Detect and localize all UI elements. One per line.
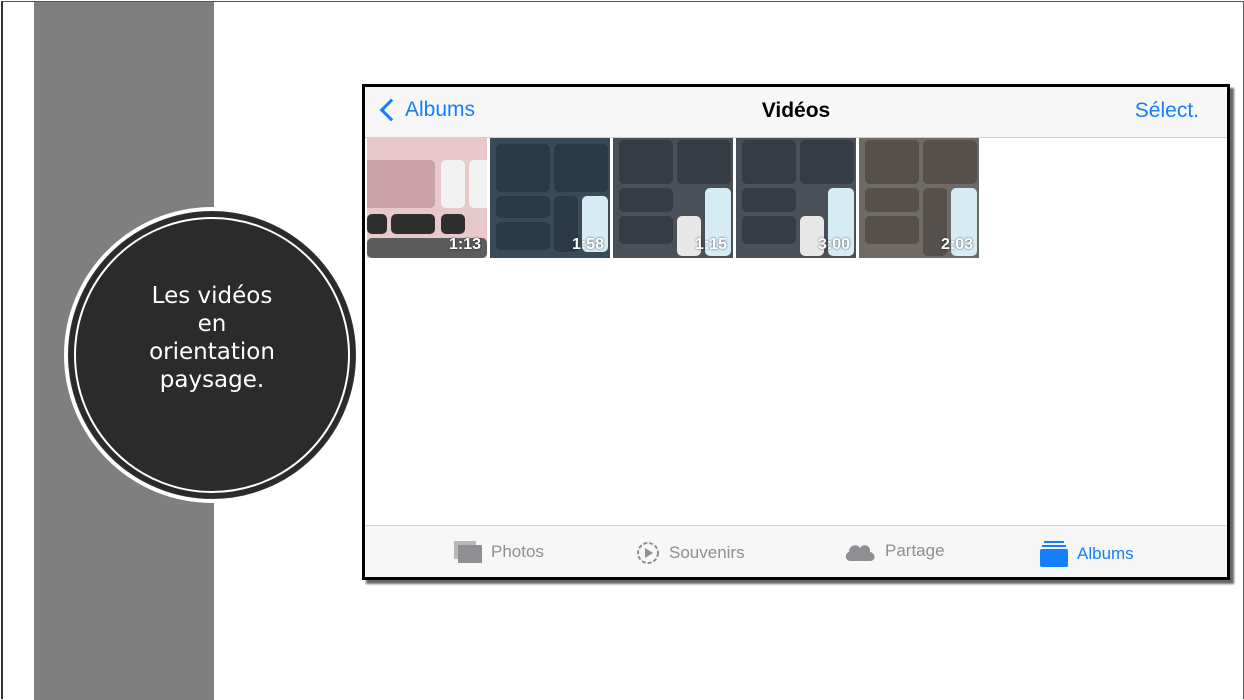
video-thumbnail[interactable]: 1:58	[490, 138, 610, 258]
cloud-icon	[845, 545, 875, 561]
albums-icon	[1040, 541, 1068, 567]
tab-photos[interactable]: Photos	[453, 540, 544, 564]
tab-label: Photos	[491, 542, 544, 561]
tab-bar: Photos Souvenirs Partage Albums	[365, 525, 1227, 577]
video-duration: 1:58	[571, 236, 604, 253]
tab-souvenirs[interactable]: Souvenirs	[635, 540, 745, 566]
video-duration: 3:00	[817, 236, 850, 253]
photos-icon	[454, 541, 482, 563]
select-button[interactable]: Sélect.	[1135, 99, 1199, 123]
page-title: Vidéos	[761, 99, 831, 122]
video-duration: 2:03	[940, 236, 973, 253]
video-duration: 1:13	[448, 236, 481, 253]
souvenirs-icon	[637, 542, 659, 564]
video-thumbnail[interactable]: 1:15	[613, 138, 733, 258]
tab-label: Partage	[885, 541, 945, 560]
video-thumbnail[interactable]: 2:03	[859, 138, 979, 258]
video-grid: 1:13 1:58 1:15 3:00 2:03	[367, 138, 979, 258]
caption-line: Les vidéos	[151, 283, 273, 309]
slide: Les vidéos en orientation paysage. Album…	[0, 0, 1244, 700]
video-thumbnail[interactable]: 3:00	[736, 138, 856, 258]
caption-text: Les vidéos en orientation paysage.	[74, 282, 350, 394]
video-thumbnail[interactable]: 1:13	[367, 138, 487, 258]
tab-label: Souvenirs	[669, 543, 745, 562]
caption-line: en	[197, 311, 227, 337]
tab-albums[interactable]: Albums	[1039, 540, 1134, 568]
phone-screenshot: Albums Vidéos Sélect. 1:13 1:58 1:15 3:0…	[362, 84, 1230, 580]
caption-line: paysage.	[159, 367, 265, 393]
caption-line: orientation	[149, 339, 275, 365]
tab-partage[interactable]: Partage	[843, 540, 945, 562]
navigation-bar: Albums Vidéos Sélect.	[365, 87, 1227, 138]
video-duration: 1:15	[694, 236, 727, 253]
tab-label: Albums	[1077, 544, 1134, 563]
